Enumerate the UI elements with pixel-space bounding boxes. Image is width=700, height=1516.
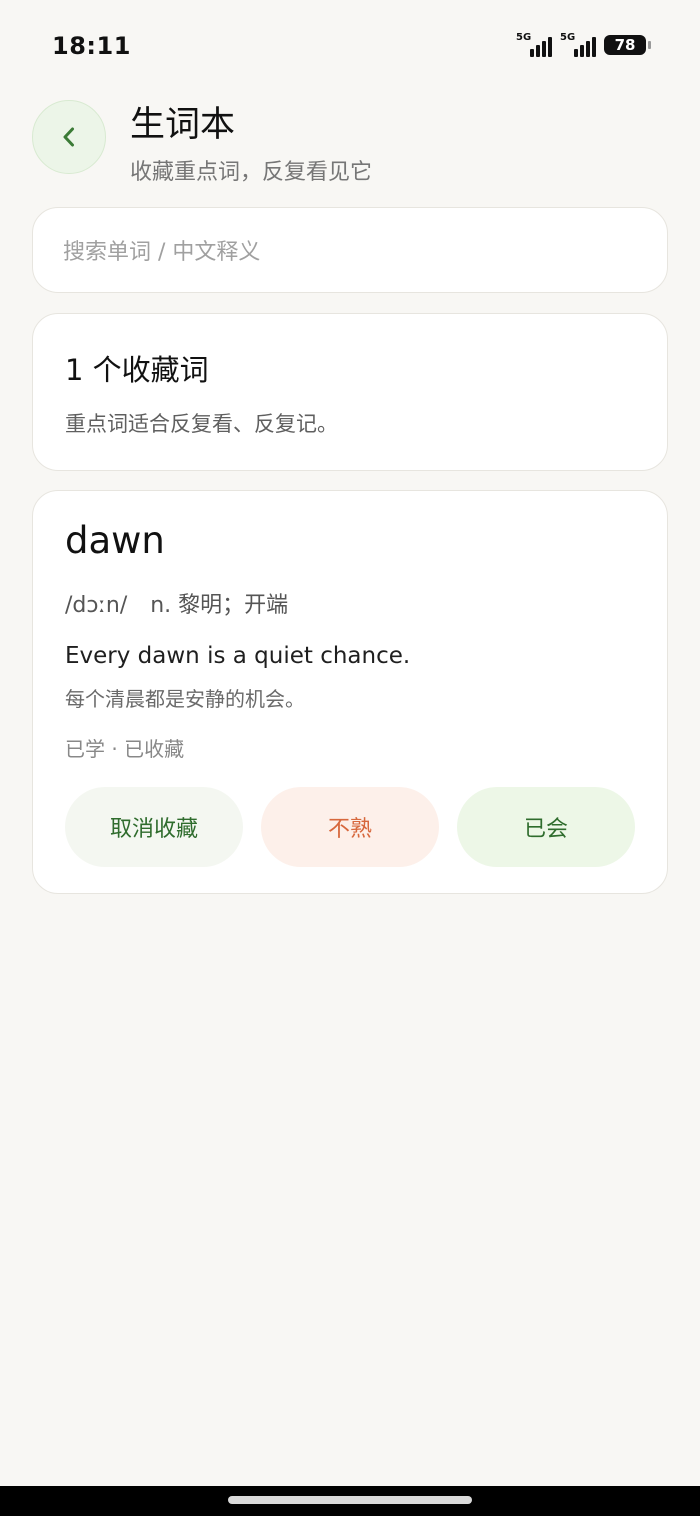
summary-title: 1 个收藏词 bbox=[65, 353, 209, 387]
word-meaning-row: /dɔːn/ n. 黎明；开端 bbox=[65, 587, 288, 619]
search-input[interactable] bbox=[61, 235, 625, 269]
signal-icon-5g-2: 5G bbox=[560, 32, 596, 57]
known-button[interactable]: 已会 bbox=[457, 787, 635, 867]
word-card: dawn /dɔːn/ n. 黎明；开端 Every dawn is a qui… bbox=[32, 490, 668, 894]
example-chinese: 每个清晨都是安静的机会。 bbox=[65, 687, 305, 711]
signal-bars-1 bbox=[530, 37, 552, 57]
word-definition: n. 黎明；开端 bbox=[150, 593, 289, 618]
example-english: Every dawn is a quiet chance. bbox=[65, 643, 411, 669]
signal-icon-5g-1: 5G bbox=[516, 32, 552, 57]
navigation-bar bbox=[0, 1486, 700, 1516]
back-button[interactable] bbox=[32, 100, 106, 174]
summary-card: 1 个收藏词 重点词适合反复看、反复记。 bbox=[32, 313, 668, 471]
home-indicator[interactable] bbox=[228, 1496, 472, 1504]
signal-label-1: 5G bbox=[516, 32, 532, 43]
search-box[interactable] bbox=[32, 207, 668, 293]
word-text: dawn bbox=[65, 519, 165, 562]
status-time: 18:11 bbox=[52, 32, 131, 60]
signal-bars-2 bbox=[574, 37, 596, 57]
signal-label-2: 5G bbox=[560, 32, 576, 43]
uncollect-button[interactable]: 取消收藏 bbox=[65, 787, 243, 867]
chevron-left-icon bbox=[63, 127, 74, 147]
summary-description: 重点词适合反复看、反复记。 bbox=[65, 412, 338, 436]
status-indicators: 5G 5G 78 bbox=[516, 32, 651, 57]
page-subtitle: 收藏重点词，反复看见它 bbox=[130, 160, 373, 185]
word-phonetic: /dɔːn/ bbox=[65, 593, 128, 618]
page-title: 生词本 bbox=[130, 105, 236, 145]
word-status: 已学 · 已收藏 bbox=[65, 737, 185, 761]
battery-level: 78 bbox=[614, 36, 636, 54]
unfamiliar-button[interactable]: 不熟 bbox=[261, 787, 439, 867]
status-bar: 18:11 5G 5G 78 bbox=[0, 0, 700, 92]
battery-icon: 78 bbox=[604, 35, 651, 55]
